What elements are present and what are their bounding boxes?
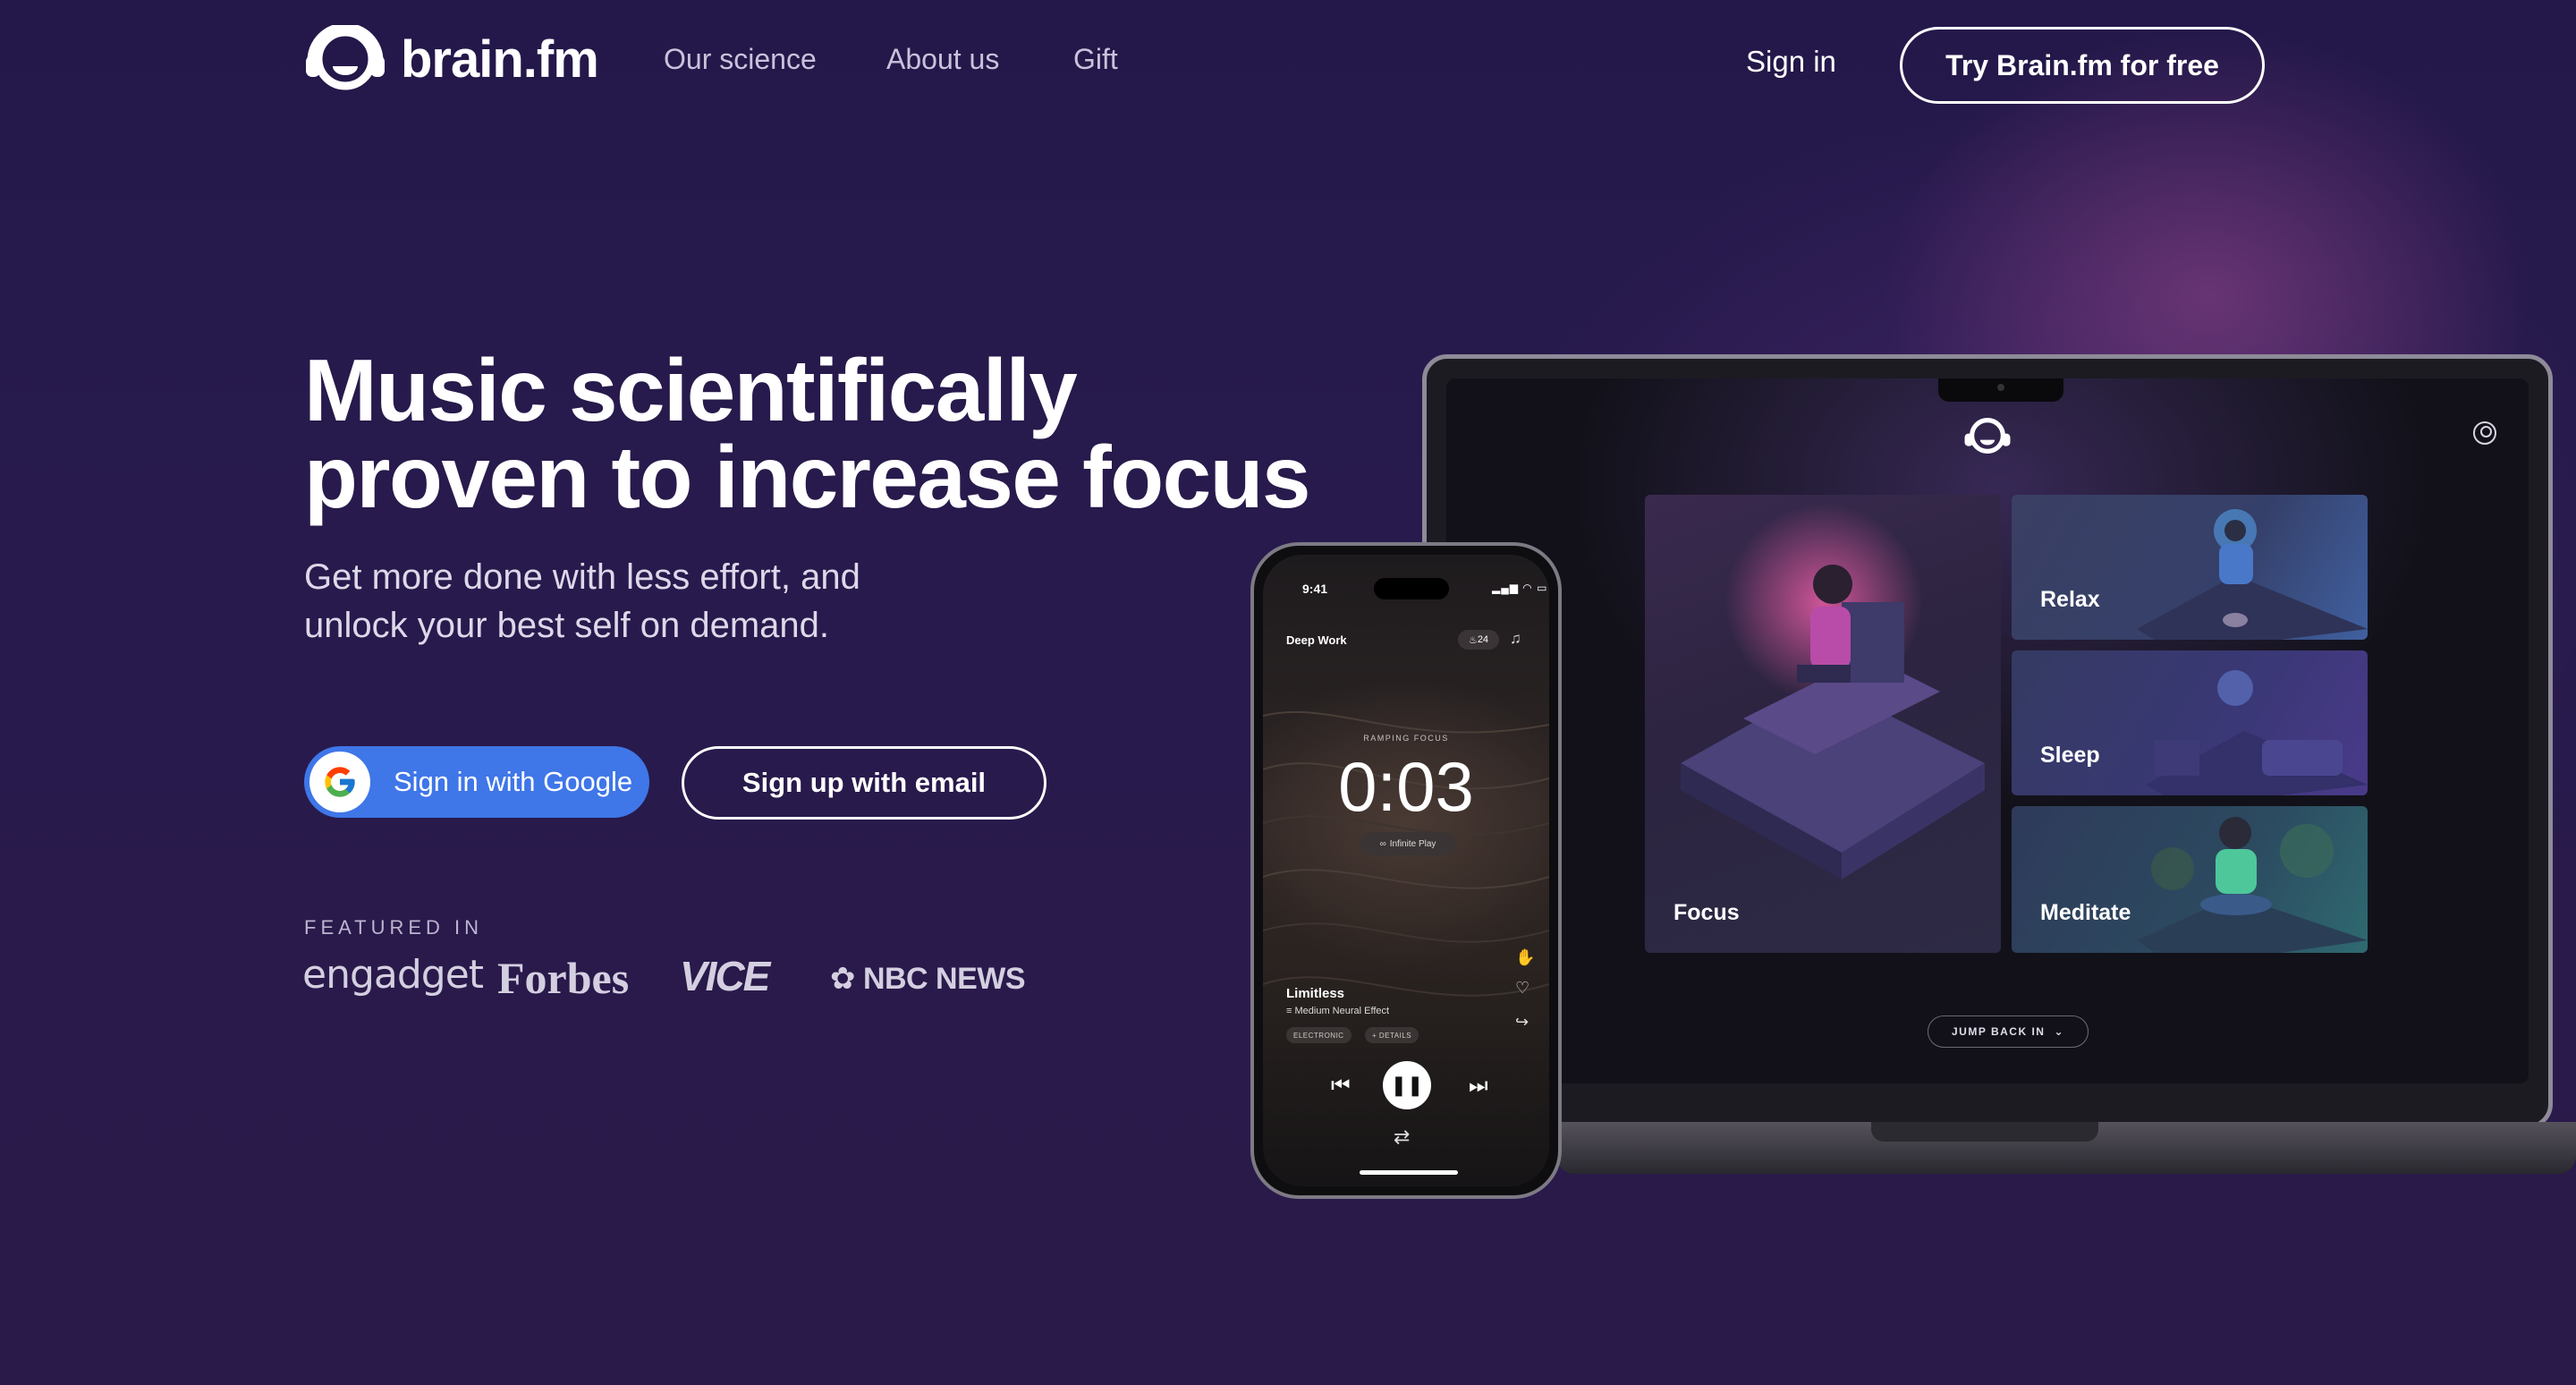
focus-tile[interactable]: Focus: [1645, 495, 2001, 953]
focus-illustration: [1681, 504, 1985, 879]
jump-back-in-button[interactable]: JUMP BACK IN ⌄: [1928, 1015, 2089, 1048]
thumbs-down-icon[interactable]: ✋: [1515, 948, 1535, 967]
focus-tile-label: Focus: [1674, 900, 1740, 925]
relax-tile-label: Relax: [2040, 587, 2100, 612]
bars-icon: ≡: [1286, 1006, 1292, 1016]
nbc-peacock-icon: ✿: [830, 962, 856, 996]
home-indicator: [1360, 1170, 1458, 1175]
logo-text: brain.fm: [401, 30, 599, 89]
skip-forward-icon[interactable]: ⏭: [1469, 1074, 1488, 1099]
app-headphones-icon: [1964, 418, 2011, 454]
phone-status-time: 9:41: [1302, 582, 1328, 596]
streak-badge[interactable]: ♨ 24: [1458, 630, 1499, 650]
sign-in-link[interactable]: Sign in: [1746, 45, 1836, 79]
phone-mode-title: Deep Work: [1286, 633, 1347, 647]
google-icon: [309, 752, 370, 812]
flame-icon: ♨: [1468, 634, 1478, 646]
neural-effect-text: Medium Neural Effect: [1294, 1006, 1390, 1016]
email-sign-up-button[interactable]: Sign up with email: [682, 746, 1046, 820]
forbes-logo: Forbes: [497, 953, 630, 1003]
signal-wifi-battery-icon: ▂▄▆ ◠ ▭: [1492, 582, 1548, 594]
sleep-tile-label: Sleep: [2040, 743, 2100, 768]
user-profile-icon[interactable]: [2473, 421, 2496, 445]
infinity-icon: ∞: [1379, 838, 1386, 849]
genre-tag[interactable]: ELECTRONIC: [1286, 1027, 1352, 1043]
dynamic-island: [1374, 578, 1449, 599]
nav-gift[interactable]: Gift: [1073, 43, 1118, 76]
nav-about-us[interactable]: About us: [886, 43, 999, 76]
meditate-tile[interactable]: Meditate: [2012, 806, 2368, 953]
share-icon[interactable]: ↪: [1515, 1013, 1529, 1032]
details-tag[interactable]: + DETAILS: [1365, 1027, 1419, 1043]
brand-logo[interactable]: brain.fm: [302, 25, 599, 93]
heart-icon[interactable]: ♡: [1515, 979, 1530, 998]
top-nav: brain.fm Our science About us Gift Sign …: [0, 0, 2576, 125]
pause-icon: ❚❚: [1390, 1074, 1424, 1096]
laptop-screen: Focus Relax Sleep Meditate JUMP BACK IN …: [1446, 378, 2529, 1083]
hero-headline: Music scientifically proven to increase …: [304, 346, 1377, 521]
nbc-news-wordmark: NBC NEWS: [862, 962, 1026, 996]
jump-back-in-label: JUMP BACK IN: [1951, 1025, 2046, 1038]
nav-our-science[interactable]: Our science: [664, 43, 817, 76]
neural-effect-label: ≡ Medium Neural Effect: [1286, 1006, 1389, 1016]
hero-subheading: Get more done with less effort, and unlo…: [304, 553, 984, 650]
laptop-mockup: Focus Relax Sleep Meditate JUMP BACK IN …: [1422, 354, 2553, 1129]
session-timer: 0:03: [1338, 747, 1474, 826]
headphones-logo-icon: [306, 25, 385, 90]
headline-line-1: Music scientifically: [304, 341, 1078, 439]
meditate-illustration: [2137, 817, 2368, 953]
relax-illustration: [2137, 509, 2368, 640]
subheading-line-1: Get more done with less effort, and: [304, 557, 860, 597]
meditate-tile-label: Meditate: [2040, 900, 2131, 925]
headline-line-2: proven to increase focus: [304, 428, 1311, 526]
laptop-hinge-notch: [1871, 1122, 2098, 1142]
nbc-news-logo: ✿ NBC NEWS: [830, 961, 1026, 997]
featured-in-heading: FEATURED IN: [304, 916, 484, 939]
laptop-base: [1556, 1122, 2576, 1174]
chevron-down-icon: ⌄: [2054, 1025, 2065, 1038]
subheading-line-2: unlock your best self on demand.: [304, 606, 830, 645]
google-button-label: Sign in with Google: [394, 766, 633, 797]
google-sign-in-button[interactable]: Sign in with Google: [304, 746, 649, 818]
infinite-play-label: Infinite Play: [1389, 838, 1436, 849]
laptop-notch: [1938, 378, 2063, 402]
phone-screen: 9:41 ▂▄▆ ◠ ▭ Deep Work ♨ 24 ♫ RAMPING FO…: [1263, 555, 1549, 1186]
vice-logo: VICE: [680, 953, 770, 999]
sleep-tile[interactable]: Sleep: [2012, 650, 2368, 795]
camera-icon: [1997, 384, 2004, 391]
relax-tile[interactable]: Relax: [2012, 495, 2368, 640]
pause-button[interactable]: ❚❚: [1383, 1061, 1431, 1109]
infinite-play-pill[interactable]: ∞ Infinite Play: [1360, 832, 1456, 855]
music-note-icon[interactable]: ♫: [1510, 630, 1521, 648]
repeat-icon[interactable]: ⇄: [1394, 1126, 1410, 1149]
try-free-button[interactable]: Try Brain.fm for free: [1900, 27, 2265, 104]
phone-mockup: 9:41 ▂▄▆ ◠ ▭ Deep Work ♨ 24 ♫ RAMPING FO…: [1250, 542, 1562, 1199]
sleep-illustration: [2146, 670, 2368, 795]
track-title: Limitless: [1286, 986, 1345, 1001]
ramping-focus-label: RAMPING FOCUS: [1363, 734, 1449, 743]
engadget-logo: engadget: [302, 952, 484, 998]
streak-count: 24: [1477, 634, 1489, 645]
skip-back-icon[interactable]: ⏮: [1331, 1074, 1351, 1099]
